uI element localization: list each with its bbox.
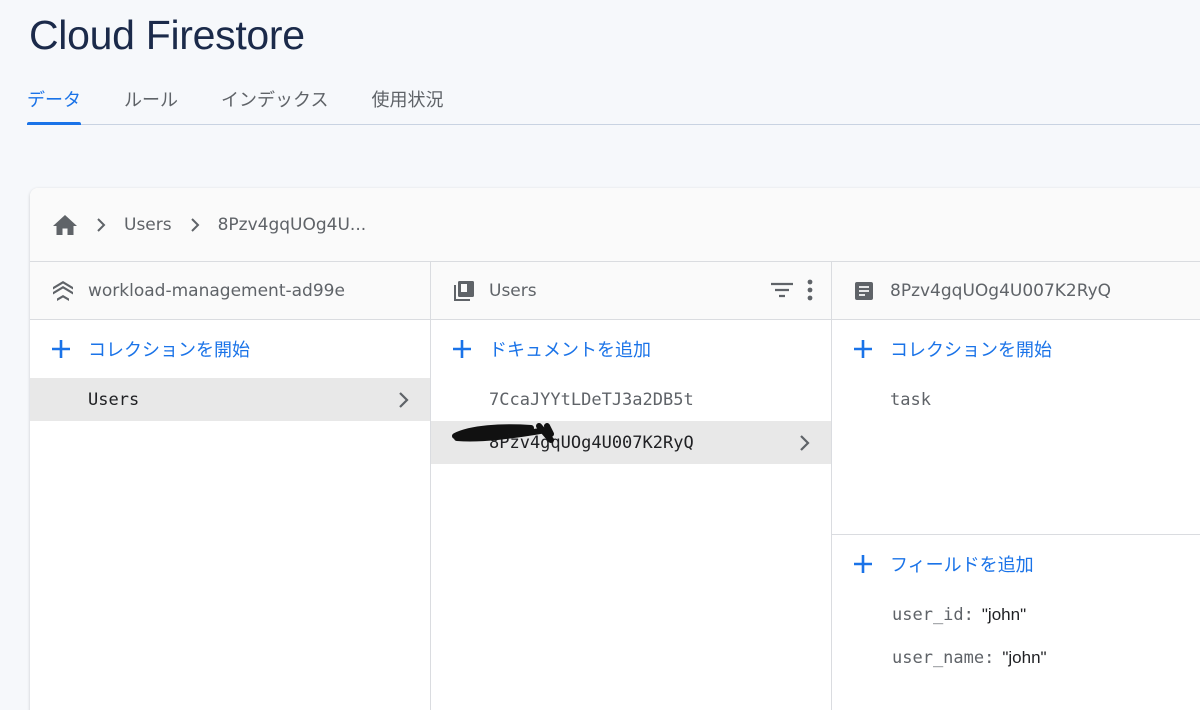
start-subcollection-label: コレクションを開始 <box>890 340 1052 361</box>
tab-usage[interactable]: 使用状況 <box>371 83 443 124</box>
add-field-label: フィールドを追加 <box>890 555 1034 576</box>
field-row[interactable]: user_id: "john" <box>832 593 1200 636</box>
collection-item[interactable]: Users <box>30 378 430 421</box>
add-document-label: ドキュメントを追加 <box>489 340 651 361</box>
start-subcollection-button[interactable]: コレクションを開始 <box>832 320 1200 378</box>
redaction-scribble <box>452 423 554 443</box>
tab-data[interactable]: データ <box>27 83 81 125</box>
firestore-stack-icon <box>51 279 75 303</box>
root-column-header: workload-management-ad99e <box>30 262 430 320</box>
add-document-button[interactable]: ドキュメントを追加 <box>431 320 831 378</box>
filter-icon[interactable] <box>770 280 794 304</box>
project-name: workload-management-ad99e <box>88 280 345 301</box>
collection-name: Users <box>88 389 140 410</box>
field-key: user_name: <box>892 647 995 668</box>
document-id: 7CcaJYYtLDeTJ3a2DB5t <box>489 389 694 410</box>
page-title: Cloud Firestore <box>29 12 305 58</box>
tab-bar: データ ルール インデックス 使用状況 <box>27 83 1200 125</box>
breadcrumb-collection[interactable]: Users <box>124 215 172 235</box>
plus-icon <box>453 340 471 358</box>
plus-icon <box>854 340 872 358</box>
tab-rules[interactable]: ルール <box>124 83 178 124</box>
start-collection-button[interactable]: コレクションを開始 <box>30 320 430 378</box>
chevron-right-icon <box>800 435 810 451</box>
subcollection-item[interactable]: task <box>832 378 1200 421</box>
chevron-right-icon <box>399 392 409 408</box>
breadcrumb-document[interactable]: 8Pzv4gqUOg4U... <box>218 215 367 235</box>
subcollection-name: task <box>890 389 931 410</box>
tab-indexes[interactable]: インデックス <box>221 83 328 124</box>
breadcrumb: Users 8Pzv4gqUOg4U... <box>30 188 1200 262</box>
field-value: "john" <box>1002 647 1047 667</box>
chevron-right-icon <box>190 217 202 233</box>
more-vert-icon[interactable] <box>807 279 813 305</box>
fields-section: フィールドを追加 user_id: "john" user_name: "joh… <box>832 534 1200 679</box>
root-column: workload-management-ad99e コレクションを開始 User… <box>30 262 431 710</box>
chevron-right-icon <box>96 217 108 233</box>
plus-icon <box>52 340 70 358</box>
field-row[interactable]: user_name: "john" <box>832 636 1200 679</box>
document-column-header: 8Pzv4gqUOg4U007K2RyQ <box>832 262 1200 320</box>
plus-icon <box>854 555 872 573</box>
field-key: user_id: <box>892 604 974 625</box>
start-collection-label: コレクションを開始 <box>88 340 250 361</box>
document-column: 8Pzv4gqUOg4U007K2RyQ コレクションを開始 task フィール… <box>832 262 1200 710</box>
collection-column: Users ドキュメントを追加 7CcaJYYtLDeTJ3a2DB5t 8Pz… <box>431 262 832 710</box>
collection-icon <box>452 279 476 303</box>
add-field-button[interactable]: フィールドを追加 <box>832 535 1200 593</box>
collection-title: Users <box>489 280 537 301</box>
collection-column-header: Users <box>431 262 831 320</box>
document-item[interactable]: 7CcaJYYtLDeTJ3a2DB5t <box>431 378 831 421</box>
document-icon <box>853 279 877 303</box>
data-panel: Users 8Pzv4gqUOg4U... workload-managemen… <box>30 188 1200 710</box>
field-value: "john" <box>981 604 1027 624</box>
home-icon[interactable] <box>52 212 78 238</box>
document-title: 8Pzv4gqUOg4U007K2RyQ <box>890 280 1112 301</box>
